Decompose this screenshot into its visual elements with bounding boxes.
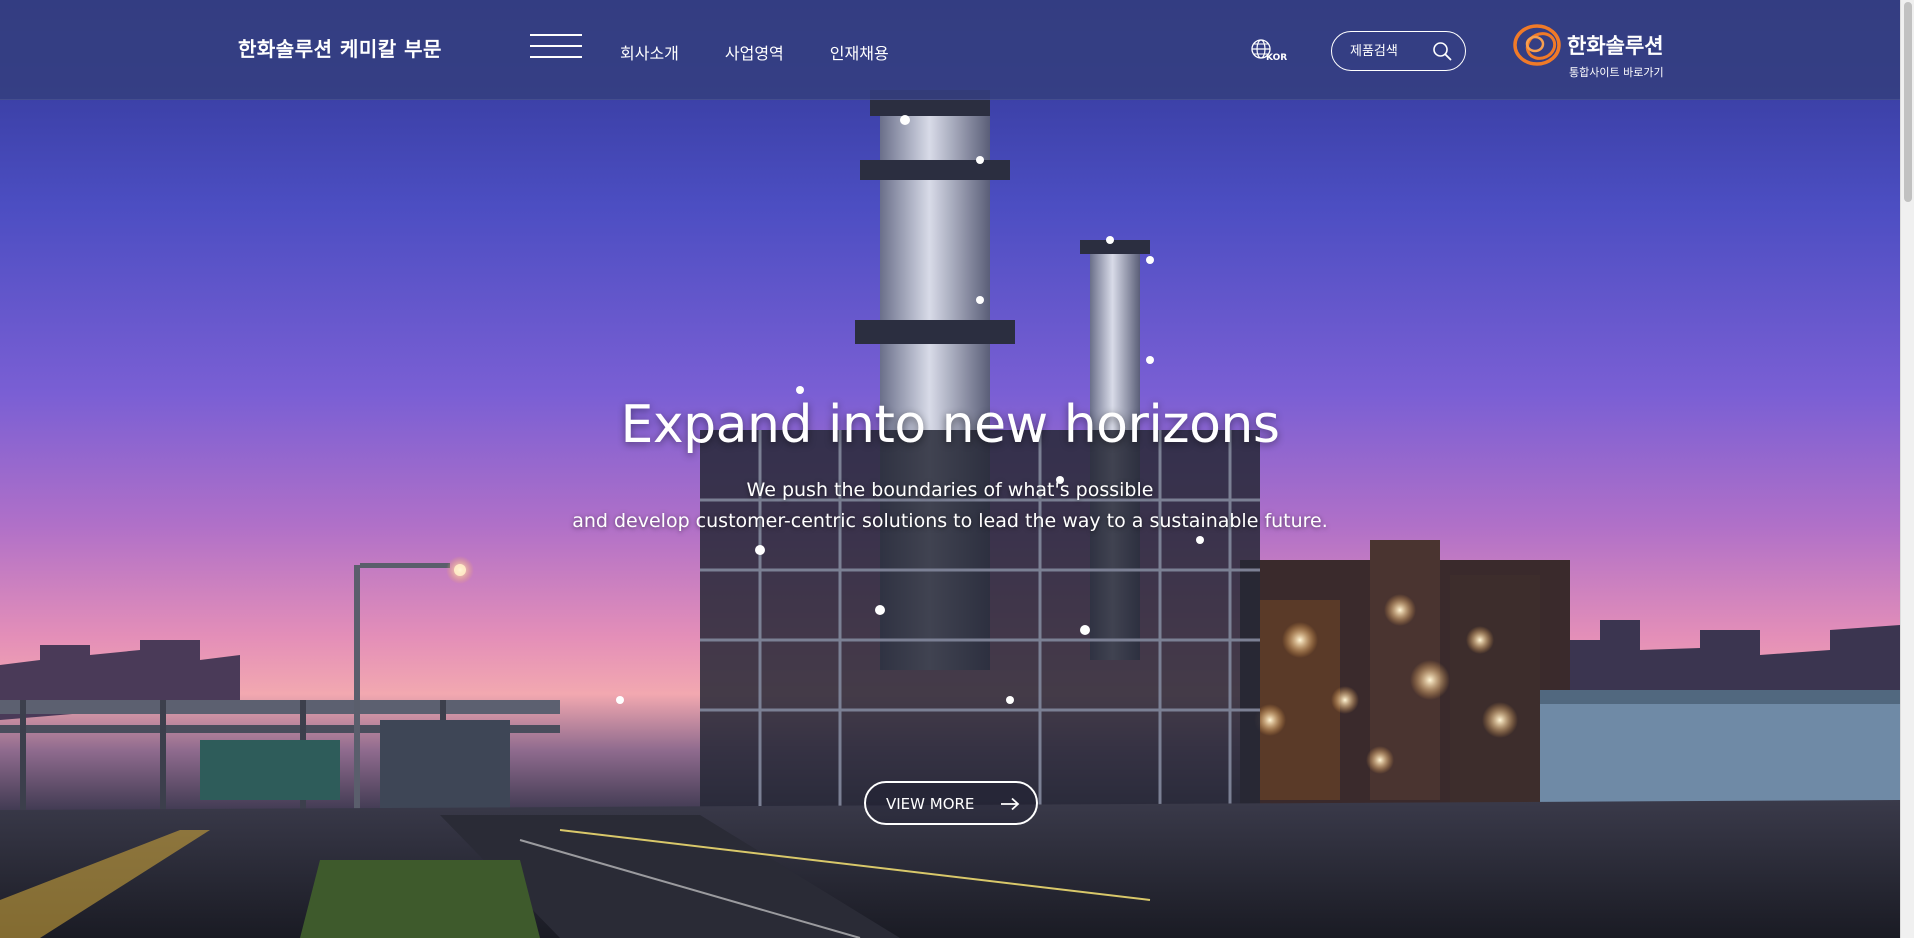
nav-item-careers[interactable]: 인재채용 bbox=[830, 40, 889, 64]
hero-title: Expand into new horizons bbox=[620, 395, 1280, 455]
corporate-name: 한화솔루션 bbox=[1567, 34, 1664, 58]
hero-subtitle-line-1: We push the boundaries of what's possibl… bbox=[746, 479, 1154, 501]
site-header: 한화솔루션 케미칼 부문 회사소개 사업영역 인재채용 KOR 제품검색 한화솔… bbox=[0, 0, 1900, 100]
page-scrollbar[interactable] bbox=[1900, 0, 1914, 938]
menu-bar-icon bbox=[530, 56, 582, 58]
hero-subtitle: We push the boundaries of what's possibl… bbox=[0, 475, 1900, 537]
view-more-label: VIEW MORE bbox=[886, 795, 975, 813]
product-search-input[interactable] bbox=[1350, 40, 1430, 62]
arrow-right-icon bbox=[1001, 797, 1020, 811]
menu-bar-icon bbox=[530, 45, 582, 47]
search-icon[interactable] bbox=[1432, 41, 1452, 61]
hanwha-logo-icon bbox=[1513, 24, 1561, 66]
language-label: KOR bbox=[1266, 53, 1288, 63]
menu-bar-icon bbox=[530, 34, 582, 36]
main-nav: 회사소개 사업영역 인재채용 bbox=[620, 40, 889, 64]
corporate-site-label: 통합사이트 바로가기 bbox=[1569, 66, 1664, 79]
corporate-site-link[interactable]: 한화솔루션 통합사이트 바로가기 bbox=[1511, 20, 1676, 82]
product-search[interactable] bbox=[1331, 31, 1466, 71]
hero-subtitle-line-2: and develop customer-centric solutions t… bbox=[572, 510, 1328, 532]
site-brand-title[interactable]: 한화솔루션 케미칼 부문 bbox=[238, 33, 442, 62]
scrollbar-thumb[interactable] bbox=[1904, 2, 1912, 202]
nav-item-company[interactable]: 회사소개 bbox=[620, 40, 679, 64]
nav-item-business[interactable]: 사업영역 bbox=[725, 40, 784, 64]
page: 한화솔루션 케미칼 부문 회사소개 사업영역 인재채용 KOR 제품검색 한화솔… bbox=[0, 0, 1914, 938]
view-more-button[interactable]: VIEW MORE bbox=[864, 781, 1038, 825]
language-selector[interactable]: KOR bbox=[1250, 38, 1290, 68]
hamburger-menu-button[interactable] bbox=[530, 34, 582, 60]
